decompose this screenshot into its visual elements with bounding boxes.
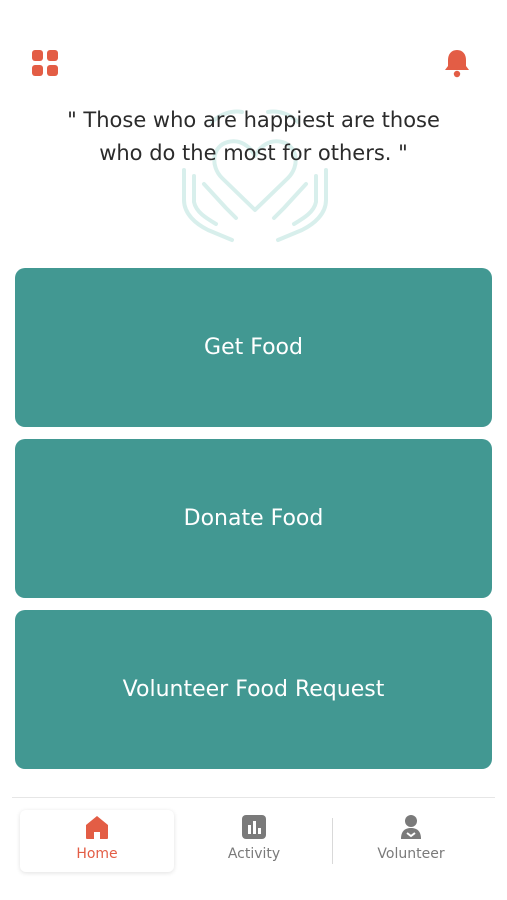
activity-icon bbox=[242, 815, 266, 839]
inspirational-quote: " Those who are happiest are those who d… bbox=[40, 104, 467, 170]
bottom-navigation: Home Activity Volunteer bbox=[0, 798, 507, 900]
donate-food-button[interactable]: Donate Food bbox=[15, 439, 492, 598]
get-food-button[interactable]: Get Food bbox=[15, 268, 492, 427]
nav-item-volunteer[interactable]: Volunteer bbox=[334, 810, 488, 872]
volunteer-food-request-button[interactable]: Volunteer Food Request bbox=[15, 610, 492, 769]
home-icon bbox=[86, 816, 108, 839]
nav-label-home: Home bbox=[76, 846, 118, 862]
nav-item-activity[interactable]: Activity bbox=[177, 810, 331, 872]
nav-separator bbox=[332, 818, 333, 864]
quote-line-1: " Those who are happiest are those bbox=[67, 108, 440, 132]
nav-item-home[interactable]: Home bbox=[20, 810, 174, 872]
nav-label-activity: Activity bbox=[227, 846, 281, 862]
bell-icon[interactable] bbox=[443, 48, 471, 78]
nav-label-volunteer: Volunteer bbox=[377, 846, 445, 862]
volunteer-icon bbox=[401, 815, 421, 839]
grid-menu-icon[interactable] bbox=[32, 50, 58, 76]
top-bar bbox=[0, 0, 507, 100]
quote-line-2: who do the most for others. " bbox=[99, 141, 408, 165]
